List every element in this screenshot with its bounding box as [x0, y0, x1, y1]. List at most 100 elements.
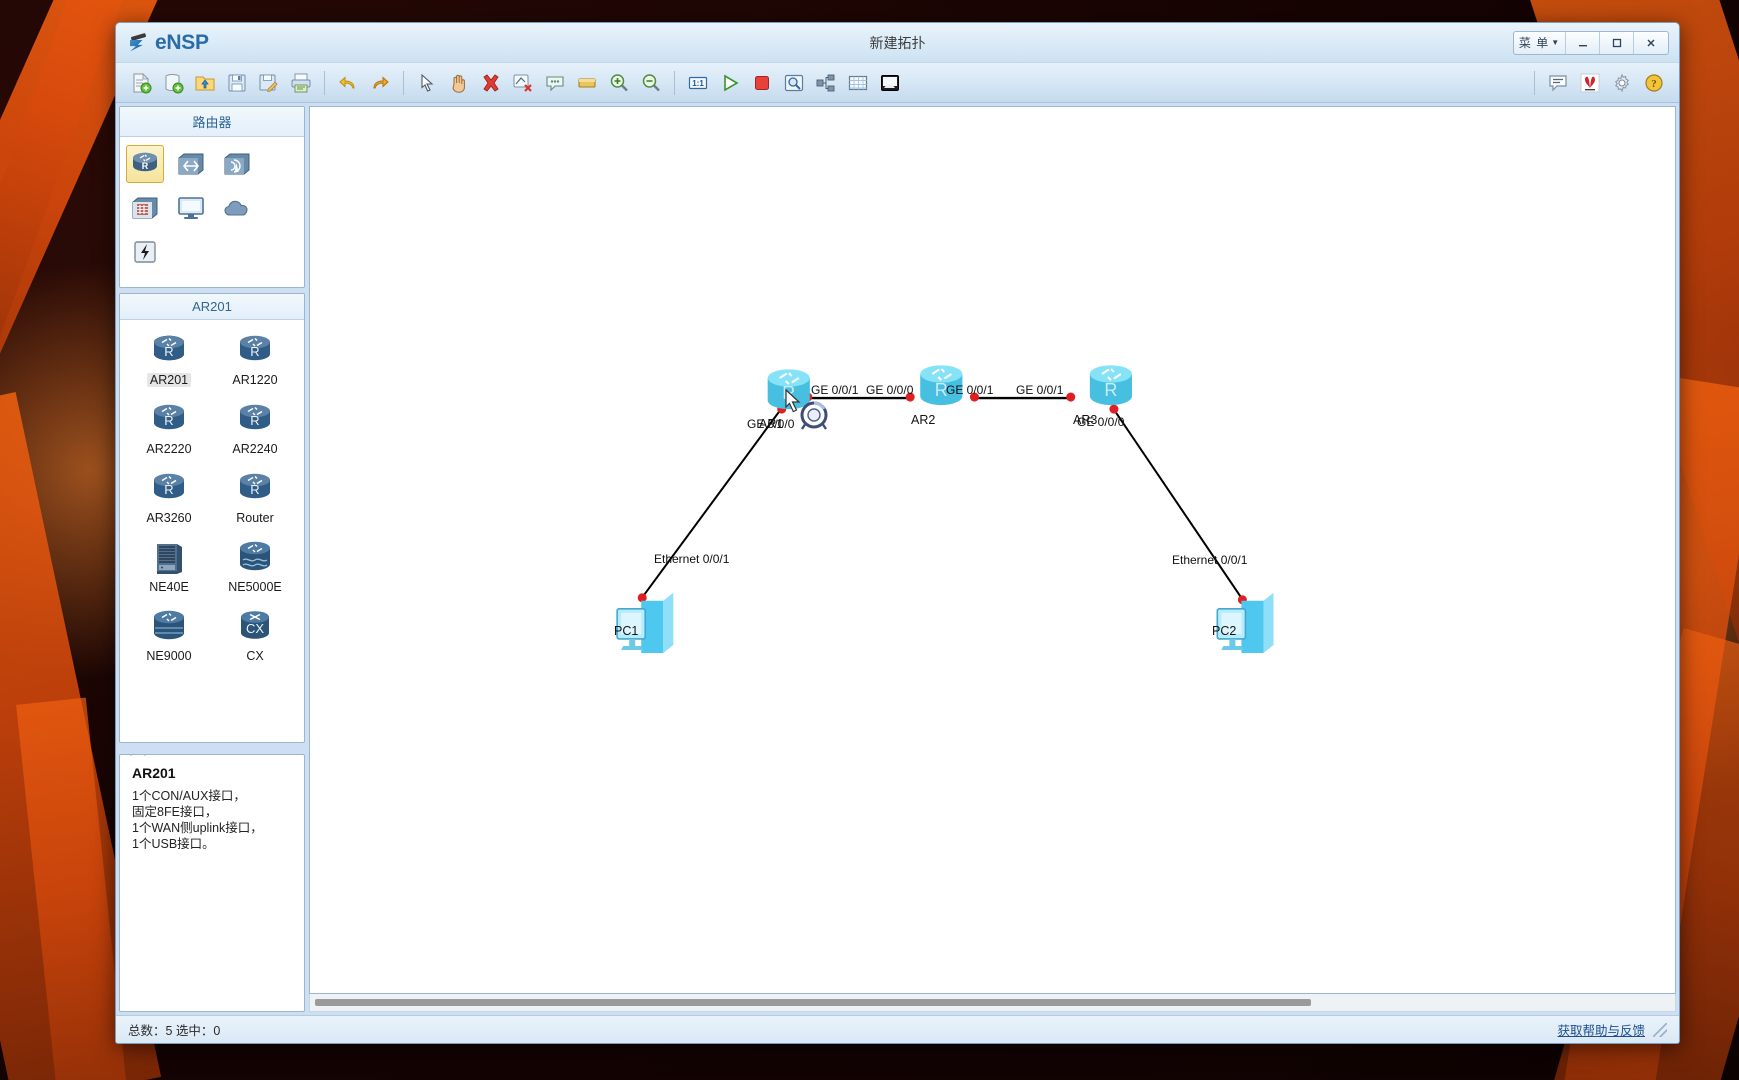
toolbar-separator	[1534, 70, 1535, 95]
svg-text:R: R	[250, 344, 259, 359]
minimize-button[interactable]	[1566, 31, 1600, 54]
terminal-type-icon[interactable]	[172, 189, 210, 227]
text-box-icon[interactable]	[572, 68, 602, 98]
new-topology-icon[interactable]	[126, 68, 156, 98]
device-item-cx[interactable]: CX CX	[212, 608, 298, 663]
screenshot-icon[interactable]	[875, 68, 905, 98]
cx-switch-icon: CX	[241, 611, 269, 639]
topology-canvas[interactable]: R R R	[309, 106, 1676, 994]
huawei-icon[interactable]	[1575, 68, 1605, 98]
device-info-line: 1个WAN侧uplink接口，	[132, 821, 263, 835]
node-ar3[interactable]: R	[1089, 365, 1133, 406]
close-button[interactable]	[1634, 32, 1668, 54]
wlan-type-icon[interactable]	[218, 145, 256, 183]
core-router-icon	[240, 541, 270, 571]
horizontal-scrollbar[interactable]	[309, 994, 1676, 1012]
zoom-out-icon[interactable]	[636, 68, 666, 98]
hand-pan-icon[interactable]	[444, 68, 474, 98]
device-type-panel: 路由器 R	[119, 106, 305, 288]
svg-text:R: R	[164, 344, 173, 359]
firewall-type-icon[interactable]	[126, 189, 164, 227]
app-brand: eNSP	[128, 31, 209, 55]
connection-type-icon[interactable]	[126, 233, 164, 271]
node-pc2[interactable]	[1216, 592, 1274, 653]
device-item-label: CX	[246, 649, 264, 663]
router-icon: R	[240, 473, 270, 499]
maximize-button[interactable]	[1600, 31, 1634, 54]
device-item-ar3260[interactable]: R AR3260	[126, 470, 212, 525]
close-icon	[1647, 38, 1655, 47]
select-pointer-icon[interactable]	[412, 68, 442, 98]
device-info-title: AR201	[132, 765, 176, 781]
toolbar-separator	[403, 70, 404, 95]
main-toolbar: 1:1 ?	[116, 63, 1679, 103]
chevron-down-icon: ▼	[1551, 38, 1561, 47]
redo-icon[interactable]	[365, 68, 395, 98]
resize-grip[interactable]	[1653, 1022, 1667, 1037]
save-as-icon[interactable]	[254, 68, 284, 98]
app-brand-label: eNSP	[155, 30, 209, 54]
delete-icon[interactable]	[476, 68, 506, 98]
device-item-ne40e[interactable]: NE40E	[126, 539, 212, 594]
router-icon: R	[154, 404, 184, 430]
window-body: 路由器 R AR201 R AR201 R AR1220 R AR2220 R …	[116, 103, 1679, 1015]
menu-button[interactable]: 菜 单 ▼	[1514, 31, 1566, 54]
open-folder-icon[interactable]	[190, 68, 220, 98]
save-icon[interactable]	[222, 68, 252, 98]
stop-device-icon[interactable]	[747, 68, 777, 98]
node-pc1[interactable]	[616, 592, 674, 653]
settings-icon[interactable]	[1607, 68, 1637, 98]
maximize-icon	[1612, 38, 1621, 47]
actual-size-icon[interactable]: 1:1	[683, 68, 713, 98]
device-item-ar201[interactable]: R AR201	[126, 332, 212, 387]
device-item-ar1220[interactable]: R AR1220	[212, 332, 298, 387]
forum-icon[interactable]	[1543, 68, 1573, 98]
title-bar: eNSP 新建拓扑 菜 单 ▼	[116, 23, 1679, 63]
undo-icon[interactable]	[333, 68, 363, 98]
ensp-logo-icon	[128, 32, 150, 54]
device-item-ar2220[interactable]: R AR2220	[126, 401, 212, 456]
grid-icon[interactable]	[843, 68, 873, 98]
status-counts: 总数：5 选中：0	[128, 1024, 221, 1038]
left-sidebar: 路由器 R AR201 R AR201 R AR1220 R AR2220 R …	[119, 106, 305, 1012]
help-feedback-link[interactable]: 获取帮助与反馈	[1557, 1020, 1645, 1039]
device-type-panel-title: 路由器	[120, 107, 304, 137]
start-device-icon[interactable]	[715, 68, 745, 98]
svg-text:CX: CX	[246, 621, 264, 636]
router-icon: R	[240, 335, 270, 361]
device-item-ne9000[interactable]: NE9000	[126, 608, 212, 663]
busy-cursor	[784, 388, 840, 444]
svg-text:R: R	[250, 482, 259, 497]
node-label-pc2: PC2	[1212, 624, 1237, 638]
interface-label: GE 0/0/1	[1016, 383, 1064, 397]
help-icon[interactable]: ?	[1639, 68, 1669, 98]
comment-icon[interactable]	[540, 68, 570, 98]
switch-type-icon[interactable]	[172, 145, 210, 183]
device-item-ne5000e[interactable]: NE5000E	[212, 539, 298, 594]
topology-svg: R R R	[616, 365, 1274, 653]
device-item-label: AR3260	[146, 511, 192, 525]
horizontal-scrollbar-thumb[interactable]	[315, 999, 1312, 1006]
window-controls: 菜 单 ▼	[1513, 30, 1669, 55]
packet-capture-icon[interactable]	[779, 68, 809, 98]
svg-text:R: R	[250, 413, 259, 428]
device-item-router[interactable]: R Router	[212, 470, 298, 525]
print-icon[interactable]	[286, 68, 316, 98]
device-info-panel: AR201 1个CON/AUX接口， 固定8FE接口， 1个WAN侧uplink…	[119, 754, 305, 1012]
topology-tree-icon[interactable]	[811, 68, 841, 98]
link-ar1-pc1	[640, 407, 783, 600]
zoom-in-icon[interactable]	[604, 68, 634, 98]
minimize-icon	[1578, 44, 1587, 46]
device-info-line: 1个USB接口。	[132, 837, 215, 851]
toolbar-separator	[674, 70, 675, 95]
interface-label: GE 0/0/1	[946, 383, 994, 397]
device-item-label: NE5000E	[228, 580, 282, 594]
delete-link-icon[interactable]	[508, 68, 538, 98]
new-device-icon[interactable]	[158, 68, 188, 98]
router-type-icon[interactable]: R	[126, 145, 164, 183]
device-info-body: AR201 1个CON/AUX接口， 固定8FE接口， 1个WAN侧uplink…	[120, 755, 304, 862]
cloud-type-icon[interactable]	[218, 189, 256, 227]
svg-text:1:1: 1:1	[692, 78, 704, 87]
device-item-ar2240[interactable]: R AR2240	[212, 401, 298, 456]
menu-button-label: 菜 单	[1518, 36, 1550, 50]
